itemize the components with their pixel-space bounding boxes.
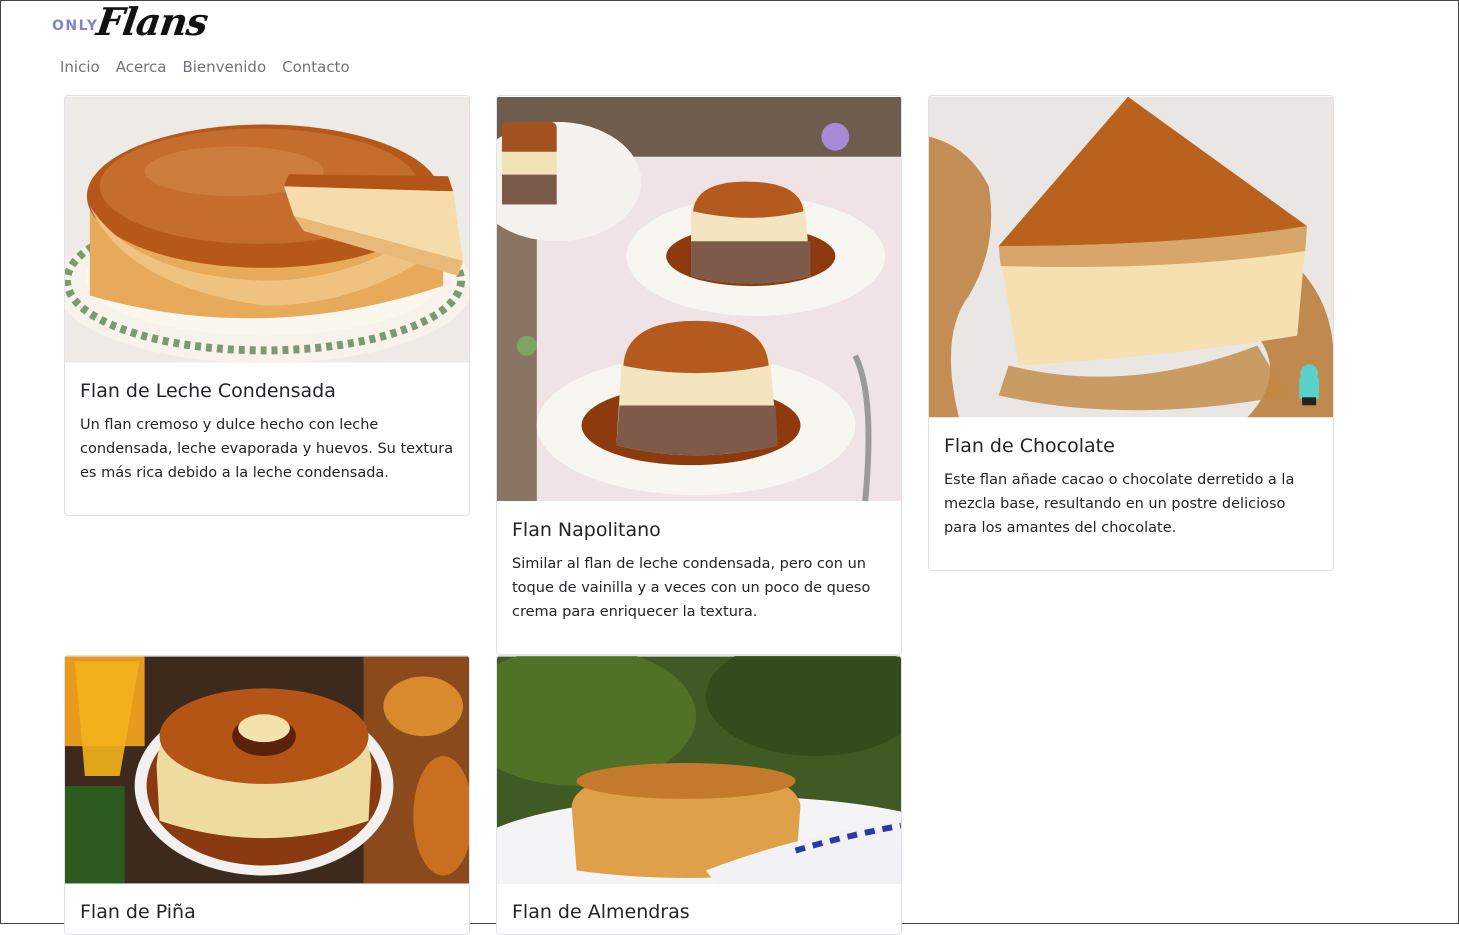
nav-link-contacto[interactable]: Contacto [274,56,358,78]
flan-card: Flan de Piña [64,655,470,935]
flan-card: Flan Napolitano Similar al flan de leche… [496,95,902,655]
flan-card: Flan de Almendras [496,655,902,935]
flan-almendras-image [497,656,901,884]
nav-link-acerca[interactable]: Acerca [108,56,175,78]
flan-leche-condensada-image [65,96,469,363]
nav-link-bienvenido[interactable]: Bienvenido [174,56,274,78]
card-title: Flan de Almendras [512,901,690,923]
flan-card: Flan de Leche Condensada Un flan cremoso… [64,95,470,516]
card-title: Flan Napolitano [512,519,661,541]
brand-prefix: ONLY [52,18,99,34]
main-nav: Inicio Acerca Bienvenido Contacto [52,56,358,78]
flan-pina-image [65,656,469,884]
flan-card: Flan de Chocolate Este flan añade cacao … [928,95,1334,571]
card-title: Flan de Chocolate [944,435,1115,457]
flan-napolitano-image [497,97,901,502]
card-title: Flan de Piña [80,901,196,923]
brand-logo[interactable]: ONLY Flans [52,0,210,44]
card-text: Este flan añade cacao o chocolate derret… [944,472,1295,536]
card-text: Similar al flan de leche condensada, per… [512,556,871,620]
flan-chocolate-image [929,96,1333,418]
card-title: Flan de Leche Condensada [80,380,336,402]
brand-name: Flans [93,0,210,44]
nav-link-inicio[interactable]: Inicio [52,56,108,78]
card-text: Un flan cremoso y dulce hecho con leche … [80,417,454,481]
